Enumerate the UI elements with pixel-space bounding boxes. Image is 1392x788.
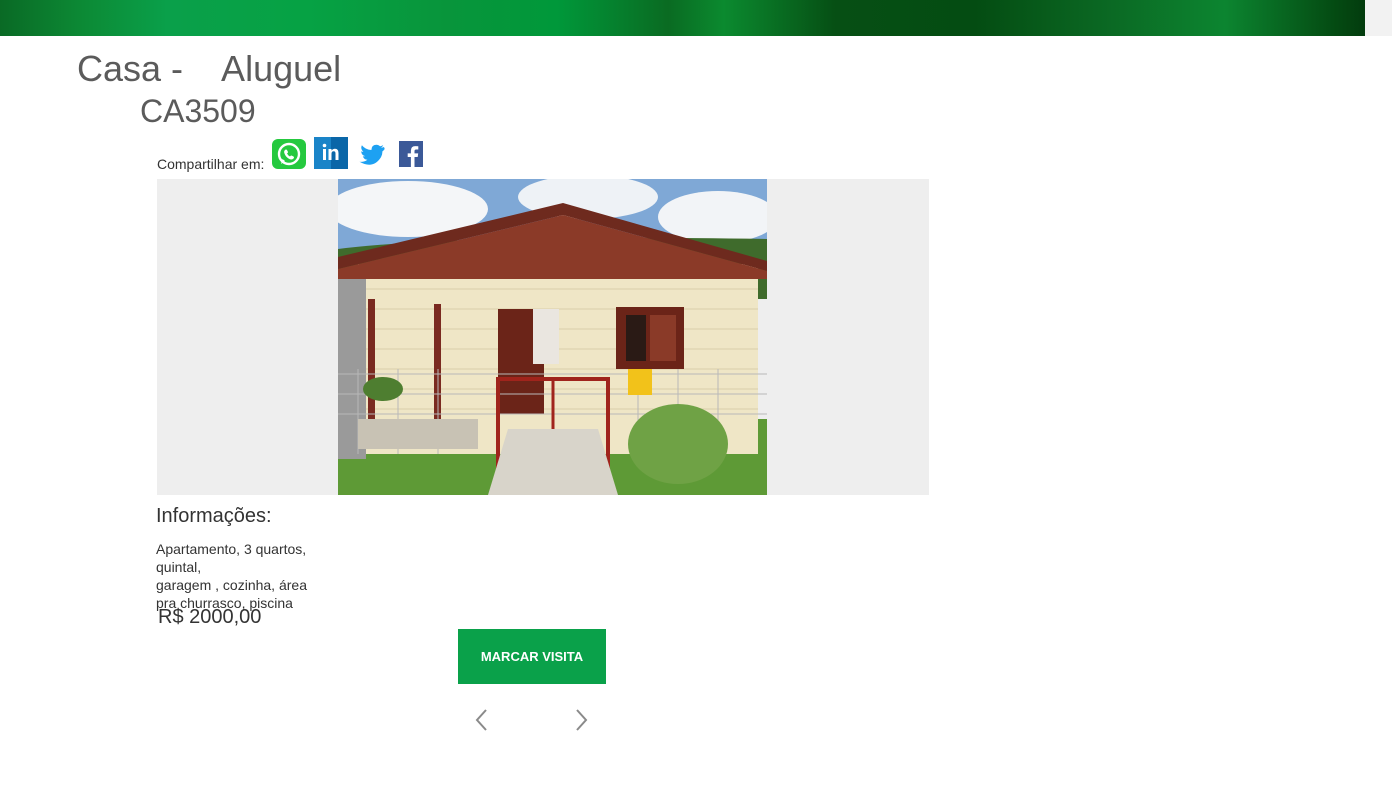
whatsapp-icon[interactable] [272, 139, 307, 174]
scrollbar-corner [1365, 0, 1392, 36]
property-type-title: Casa - Aluguel [77, 48, 342, 89]
chevron-left-icon[interactable] [472, 706, 492, 734]
property-price: R$ 2000,00 [158, 606, 262, 628]
share-label: Compartilhar em: [157, 156, 265, 172]
property-code: CA3509 [140, 93, 256, 129]
info-heading: Informações: [156, 505, 272, 527]
share-row: Compartilhar em: [157, 137, 432, 174]
linkedin-icon[interactable] [314, 137, 349, 174]
facebook-icon[interactable] [398, 139, 424, 174]
twitter-icon[interactable] [356, 139, 390, 174]
top-header-bar [0, 0, 1392, 36]
property-description: Apartamento, 3 quartos, quintal, garagem… [156, 541, 307, 611]
property-photo[interactable] [338, 179, 767, 495]
photo-gallery [157, 179, 929, 495]
chevron-right-icon[interactable] [571, 706, 591, 734]
schedule-visit-button[interactable]: MARCAR VISITA [458, 629, 606, 684]
